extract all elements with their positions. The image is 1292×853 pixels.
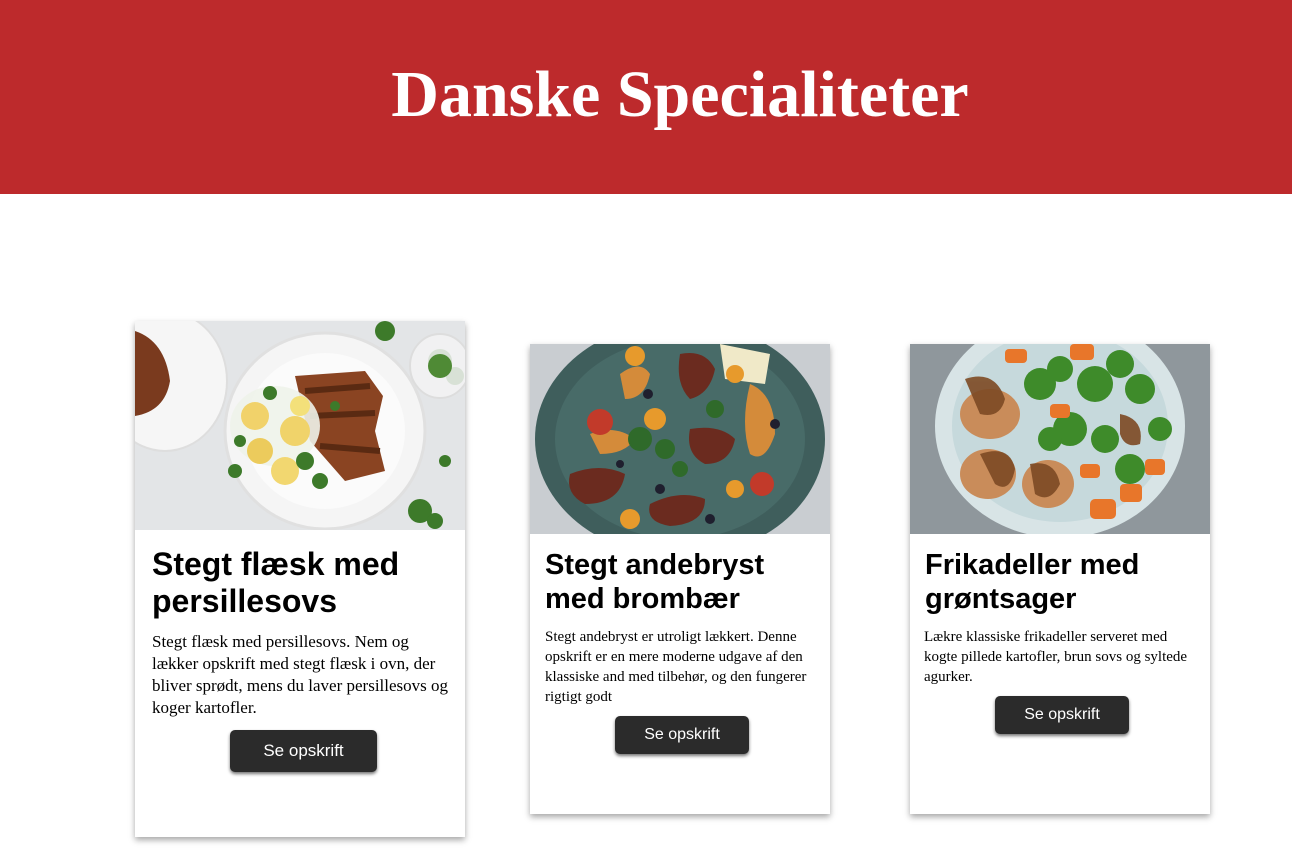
page-header: Danske Specialiteter bbox=[0, 0, 1292, 194]
page-title: Danske Specialiteter bbox=[391, 58, 969, 131]
recipe-image-stegt-flaesk bbox=[135, 321, 465, 530]
recipe-description: Stegt flæsk med persillesovs. Nem og læk… bbox=[152, 632, 449, 717]
recipe-card-andebryst: Stegt andebryst med brombær Stegt andebr… bbox=[530, 344, 830, 814]
recipe-card-stegt-flaesk: Stegt flæsk med persillesovs Stegt flæsk… bbox=[135, 321, 465, 837]
recipe-image-andebryst bbox=[530, 344, 830, 534]
see-recipe-button[interactable]: Se opskrift bbox=[995, 696, 1129, 734]
recipe-title: Stegt flæsk med persillesovs bbox=[152, 546, 400, 619]
recipe-description: Stegt andebryst er utroligt lækkert. Den… bbox=[545, 629, 807, 705]
recipe-card-frikadeller: Frikadeller med grøntsager Lækre klassis… bbox=[910, 344, 1210, 814]
recipe-description: Lækre klassiske frikadeller serveret med… bbox=[924, 629, 1188, 685]
recipe-title: Stegt andebryst med brombær bbox=[545, 549, 765, 615]
see-recipe-button[interactable]: Se opskrift bbox=[230, 730, 377, 772]
recipe-image-frikadeller bbox=[910, 344, 1210, 534]
recipe-title: Frikadeller med grøntsager bbox=[925, 549, 1140, 615]
see-recipe-button[interactable]: Se opskrift bbox=[615, 716, 749, 754]
